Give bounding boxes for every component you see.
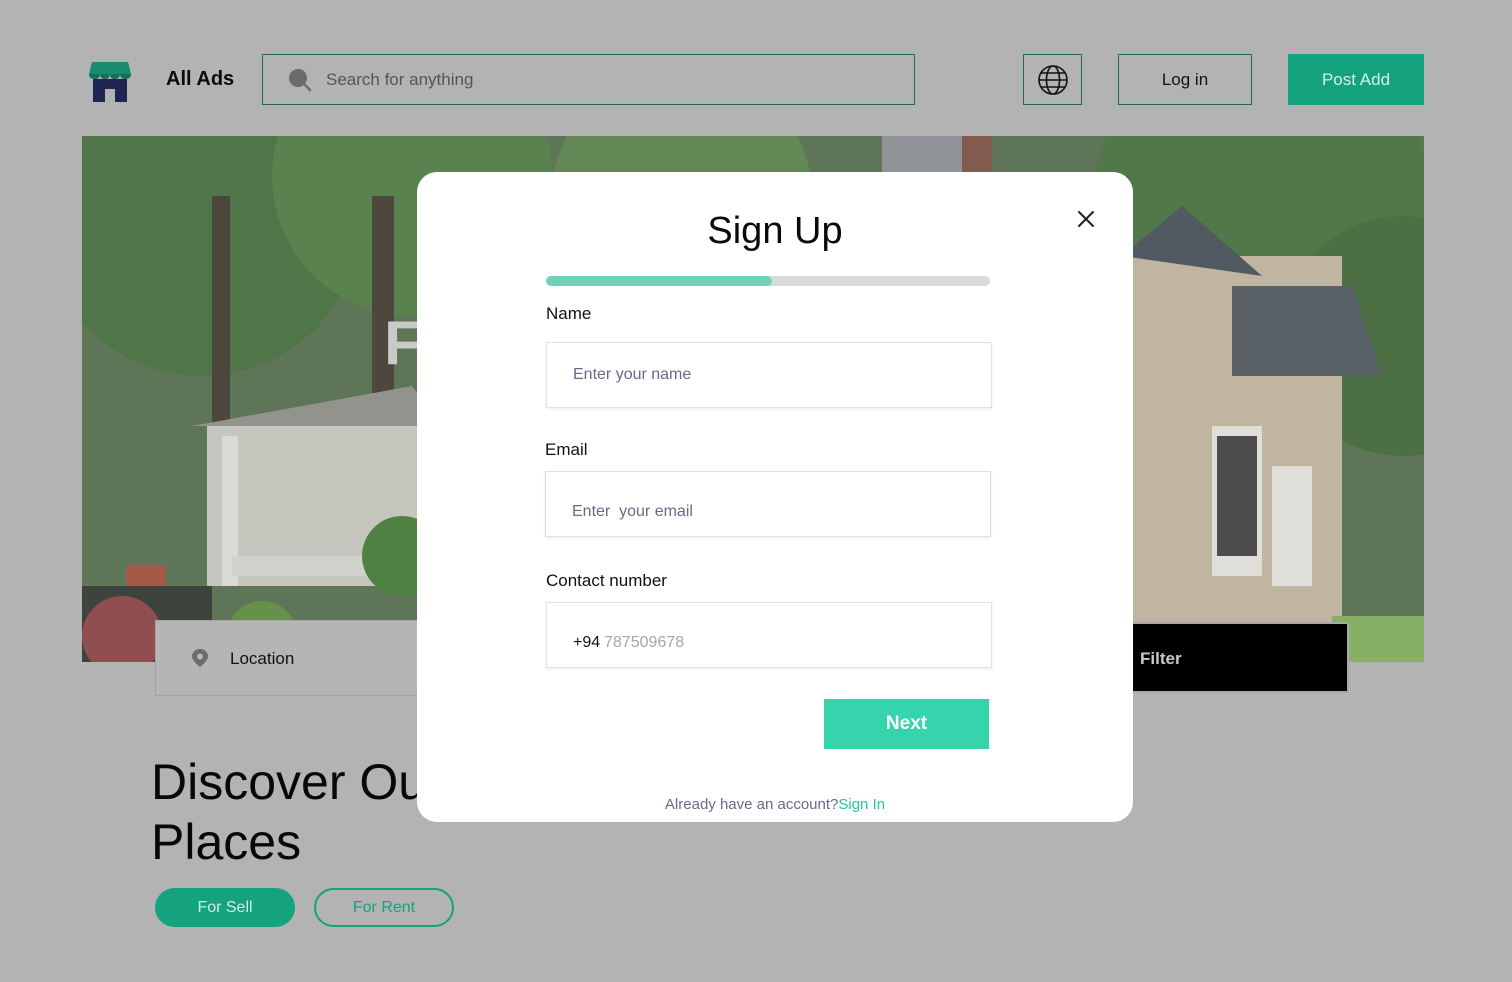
- location-label: Location: [230, 649, 295, 668]
- progress-fill: [546, 276, 773, 286]
- for-sell-button[interactable]: For Sell: [155, 888, 295, 927]
- have-account-text: Already have an account?: [664, 796, 839, 813]
- filter-label: Filter: [1140, 649, 1182, 668]
- store-logo-icon[interactable]: [88, 60, 132, 102]
- search-input[interactable]: Search for anything: [326, 70, 473, 90]
- brand-title[interactable]: All Ads: [166, 68, 234, 91]
- signup-progress-bar: [546, 276, 990, 286]
- email-field[interactable]: [546, 472, 990, 536]
- name-field[interactable]: [547, 343, 991, 407]
- email-label: Email: [545, 440, 588, 459]
- login-button[interactable]: Log in: [1118, 54, 1252, 105]
- for-rent-button[interactable]: For Rent: [314, 888, 454, 927]
- email-field-wrapper: [545, 471, 991, 537]
- location-pin-icon: [190, 648, 210, 668]
- name-field-wrapper: [546, 342, 992, 408]
- contact-label: Contact number: [546, 571, 667, 590]
- signin-prompt: Already have an account?Sign In: [417, 796, 1133, 813]
- discover-heading-line2: Places: [151, 814, 302, 870]
- discover-heading-line1: Discover Ou: [151, 754, 427, 810]
- post-ad-button[interactable]: Post Add: [1288, 54, 1424, 105]
- phone-placeholder: 787509678: [604, 634, 685, 651]
- modal-title: Sign Up: [707, 210, 843, 252]
- search-icon: [288, 68, 312, 92]
- close-icon[interactable]: [1076, 209, 1096, 229]
- next-button[interactable]: Next: [824, 699, 989, 749]
- name-label: Name: [546, 304, 592, 323]
- globe-icon: [1037, 64, 1068, 95]
- signin-link[interactable]: Sign In: [838, 796, 885, 813]
- discover-heading: Discover Ou Places: [151, 752, 451, 872]
- language-button[interactable]: [1023, 54, 1082, 105]
- phone-country-code[interactable]: +94: [573, 634, 600, 652]
